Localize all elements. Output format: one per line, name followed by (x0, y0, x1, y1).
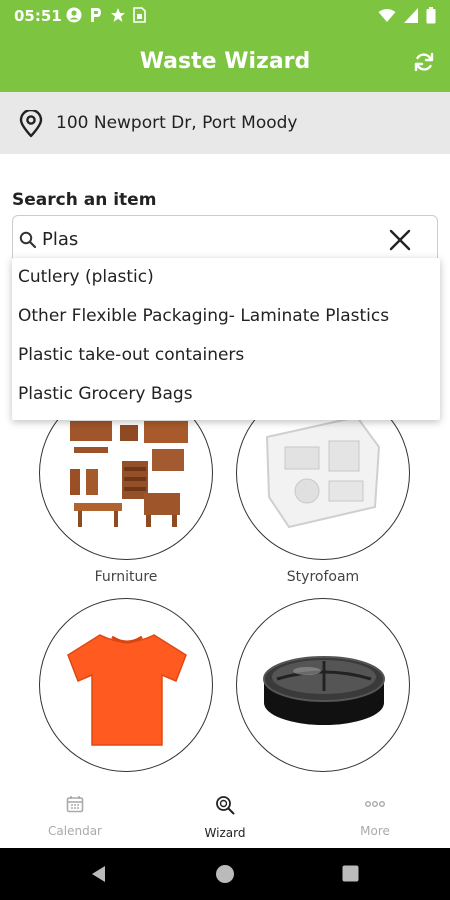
search-box[interactable] (12, 215, 438, 263)
location-address: 100 Newport Dr, Port Moody (56, 113, 298, 133)
parking-icon (91, 8, 101, 22)
close-icon (389, 229, 411, 251)
back-icon[interactable] (90, 865, 108, 883)
location-pin-icon (19, 110, 43, 138)
suggestion-item[interactable]: Other Flexible Packaging- Laminate Plast… (18, 297, 389, 336)
recents-icon[interactable] (342, 865, 359, 882)
search-icon (19, 231, 37, 249)
suggestion-item[interactable]: Cutlery (plastic) (18, 258, 154, 297)
account-icon (66, 7, 82, 23)
calendar-icon (66, 796, 84, 813)
clear-search-button[interactable] (389, 229, 411, 251)
signal-icon (404, 8, 418, 23)
home-icon[interactable] (215, 864, 235, 884)
app-title: Waste Wizard (139, 49, 311, 74)
search-input[interactable] (42, 224, 382, 254)
location-bar[interactable]: 100 Newport Dr, Port Moody (0, 92, 450, 154)
takeout-container-image (263, 656, 385, 725)
star-icon (111, 8, 125, 22)
battery-icon (426, 7, 436, 24)
refresh-icon (414, 52, 434, 72)
wizard-search-icon (216, 796, 235, 815)
suggestion-item[interactable]: Plastic Grocery Bags (18, 375, 193, 414)
nav-label-more: More (360, 824, 390, 838)
status-time: 05:51 (14, 7, 62, 25)
system-navigation-bar (0, 848, 450, 900)
category-textiles[interactable] (39, 598, 213, 772)
nav-wizard[interactable]: Wizard (170, 795, 280, 840)
app-bar: Waste Wizard (0, 32, 450, 92)
sim-card-icon (133, 7, 146, 23)
category-containers[interactable] (236, 598, 410, 772)
tshirt-image (67, 634, 187, 746)
more-icon (365, 800, 385, 807)
category-label: Furniture (94, 569, 158, 585)
bottom-navigation: Calendar Wizard More (0, 785, 450, 847)
nav-more[interactable]: More (320, 795, 430, 838)
suggestion-item[interactable]: Plastic take-out containers (18, 336, 244, 375)
refresh-button[interactable] (412, 50, 436, 74)
status-bar: 05:51 (0, 0, 450, 32)
nav-label-wizard: Wizard (204, 826, 246, 840)
wifi-icon (378, 9, 396, 22)
nav-calendar[interactable]: Calendar (20, 795, 130, 838)
suggestions-dropdown: Cutlery (plastic) Other Flexible Packagi… (12, 258, 440, 420)
category-label: Styrofoam (286, 569, 360, 585)
nav-label-calendar: Calendar (48, 824, 102, 838)
search-label: Search an item (12, 190, 157, 210)
